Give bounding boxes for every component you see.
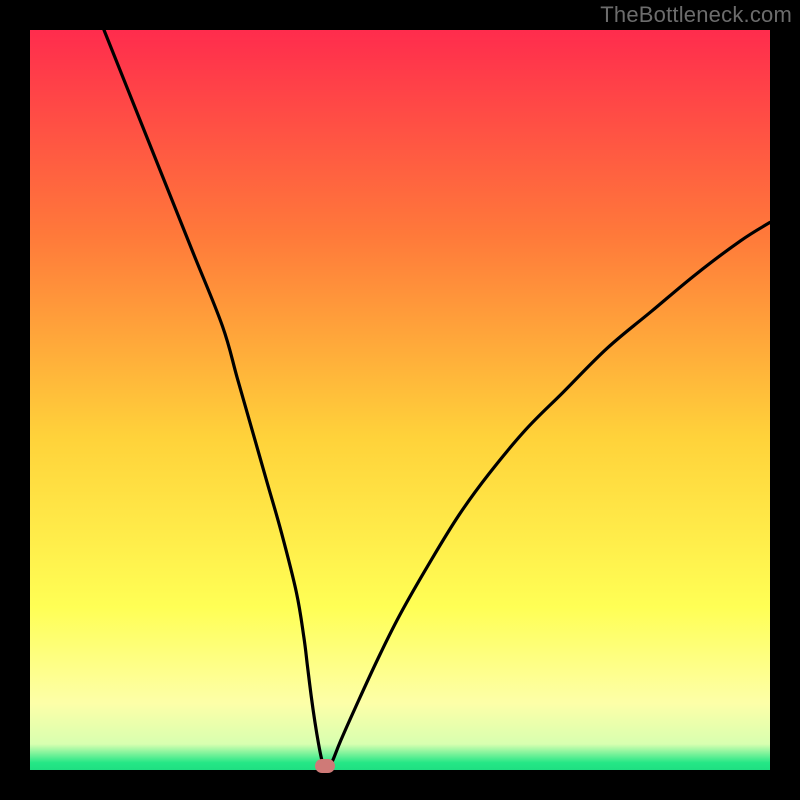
chart-frame: TheBottleneck.com: [0, 0, 800, 800]
plot-area: [30, 30, 770, 770]
watermark-text: TheBottleneck.com: [600, 2, 792, 28]
plot-svg: [30, 30, 770, 770]
optimal-marker: [315, 759, 335, 773]
gradient-background: [30, 30, 770, 770]
